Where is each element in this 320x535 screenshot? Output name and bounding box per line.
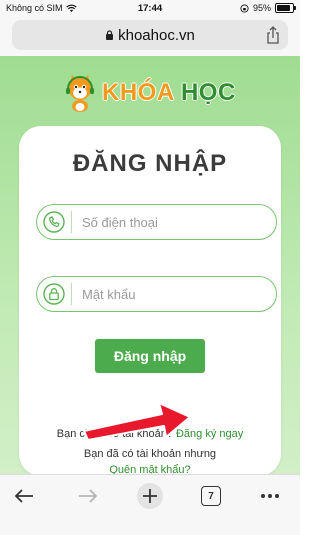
phone-field[interactable] <box>36 204 277 240</box>
more-dots-icon <box>261 494 279 498</box>
logo-text: KHÓA HỌC <box>102 79 236 107</box>
logo-text-khoa: KHÓA <box>102 79 174 106</box>
battery-icon <box>275 3 296 13</box>
lock-icon <box>106 30 114 40</box>
back-button[interactable] <box>4 483 44 509</box>
share-icon[interactable] <box>266 26 280 44</box>
url-text: khoahoc.vn <box>118 26 195 44</box>
logo-text-hoc: HỌC <box>180 79 236 106</box>
browser-bottom-bar: 7 <box>0 474 300 535</box>
field-divider <box>71 283 72 305</box>
site-logo[interactable]: KHÓA HỌC <box>64 68 244 118</box>
annotation-arrow-icon <box>83 402 191 441</box>
login-button[interactable]: Đăng nhập <box>95 339 205 373</box>
tab-count: 7 <box>201 486 221 506</box>
browser-toolbar: khoahoc.vn <box>0 16 300 56</box>
password-input[interactable] <box>80 285 254 303</box>
fox-mascot-icon <box>66 75 94 112</box>
status-bar: Không có SIM 17:44 95% <box>0 0 300 16</box>
tabs-button[interactable]: 7 <box>191 483 231 509</box>
field-divider <box>71 211 72 233</box>
forward-arrow-icon <box>79 489 98 503</box>
phone-icon <box>43 211 65 233</box>
have-account-text: Bạn đã có tài khoản nhưng <box>83 448 217 460</box>
forward-button[interactable] <box>68 483 108 509</box>
phone-input[interactable] <box>80 213 254 231</box>
page-title: ĐĂNG NHẬP <box>72 150 228 177</box>
address-bar[interactable]: khoahoc.vn <box>12 20 288 50</box>
battery-percent: 95% <box>252 3 271 13</box>
new-tab-button[interactable] <box>130 483 170 509</box>
orientation-lock-icon <box>240 3 249 13</box>
padlock-icon <box>43 283 65 305</box>
plus-icon <box>137 483 163 509</box>
more-button[interactable] <box>250 483 290 509</box>
back-arrow-icon <box>14 489 33 503</box>
password-field[interactable] <box>36 276 277 312</box>
status-right: 95% <box>240 3 296 13</box>
